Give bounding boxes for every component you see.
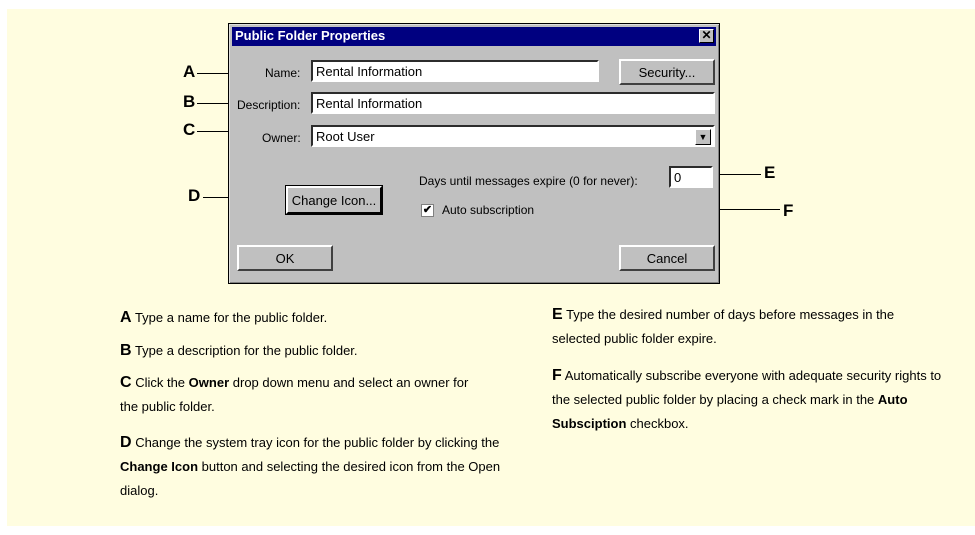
desc-e-letter: E xyxy=(552,306,563,323)
desc-a-text: Type a name for the public folder. xyxy=(134,310,328,325)
description-d: D Change the system tray icon for the pu… xyxy=(120,431,510,503)
close-button[interactable]: ✕ xyxy=(699,29,714,43)
callout-f: F xyxy=(783,201,794,220)
callout-e-line xyxy=(713,174,761,175)
check-icon: ✔ xyxy=(422,204,433,216)
close-icon: ✕ xyxy=(701,28,712,42)
description-b: B Type a description for the public fold… xyxy=(120,339,520,363)
security-button[interactable]: Security... xyxy=(619,59,715,85)
change-icon-button[interactable]: Change Icon... xyxy=(285,185,383,215)
days-expire-field[interactable]: 0 xyxy=(669,166,713,188)
description-f: F Automatically subscribe everyone with … xyxy=(552,364,942,436)
callout-d: D xyxy=(188,186,201,205)
desc-c-letter: C xyxy=(120,374,132,391)
description-label: Description: xyxy=(237,98,301,112)
callout-a: A xyxy=(183,62,196,81)
days-expire-label: Days until messages expire (0 for never)… xyxy=(419,174,638,188)
chevron-down-icon[interactable]: ▼ xyxy=(695,129,711,145)
callout-b: B xyxy=(183,92,196,111)
name-label: Name: xyxy=(265,66,301,80)
desc-f-post: checkbox. xyxy=(630,416,689,431)
owner-dropdown[interactable]: Root User ▼ xyxy=(311,125,715,147)
dialog-title: Public Folder Properties xyxy=(235,28,386,43)
desc-b-letter: B xyxy=(120,342,132,359)
public-folder-properties-dialog: Public Folder Properties ✕ Name: Rental … xyxy=(228,23,720,284)
desc-d-pre: Change the system tray icon for the publ… xyxy=(135,435,500,450)
owner-value: Root User xyxy=(316,129,375,144)
desc-c-bold: Owner xyxy=(188,375,230,390)
description-a: A Type a name for the public folder. xyxy=(120,306,520,330)
auto-subscription-label: Auto subscription xyxy=(442,203,535,217)
description-field[interactable]: Rental Information xyxy=(311,92,715,114)
description-e: E Type the desired number of days before… xyxy=(552,303,942,351)
desc-f-letter: F xyxy=(552,367,562,384)
desc-c-pre: Click the xyxy=(135,375,186,390)
desc-e-text: Type the desired number of days before m… xyxy=(552,307,895,346)
desc-d-bold: Change Icon xyxy=(120,459,199,474)
ok-button[interactable]: OK xyxy=(237,245,333,271)
title-bar[interactable]: Public Folder Properties ✕ xyxy=(232,27,716,46)
owner-label: Owner: xyxy=(262,131,301,145)
description-c: C Click the Owner drop down menu and sel… xyxy=(120,371,480,419)
desc-a-letter: A xyxy=(120,309,132,326)
callout-e: E xyxy=(764,163,776,182)
auto-subscription-checkbox[interactable]: ✔ xyxy=(421,204,434,217)
cancel-button[interactable]: Cancel xyxy=(619,245,715,271)
desc-d-letter: D xyxy=(120,434,132,451)
callout-c: C xyxy=(183,120,196,139)
name-field[interactable]: Rental Information xyxy=(311,60,599,82)
desc-b-text: Type a description for the public folder… xyxy=(134,343,358,358)
